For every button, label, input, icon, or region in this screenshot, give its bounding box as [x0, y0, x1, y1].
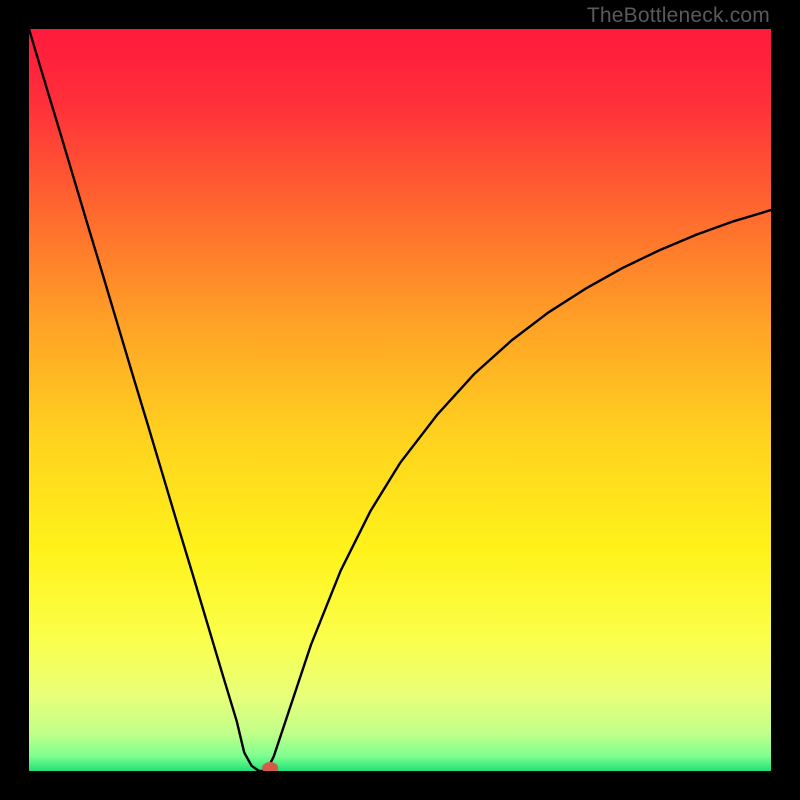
watermark-text: TheBottleneck.com — [587, 4, 770, 28]
chart-frame — [29, 29, 771, 771]
bottleneck-chart — [29, 29, 771, 771]
